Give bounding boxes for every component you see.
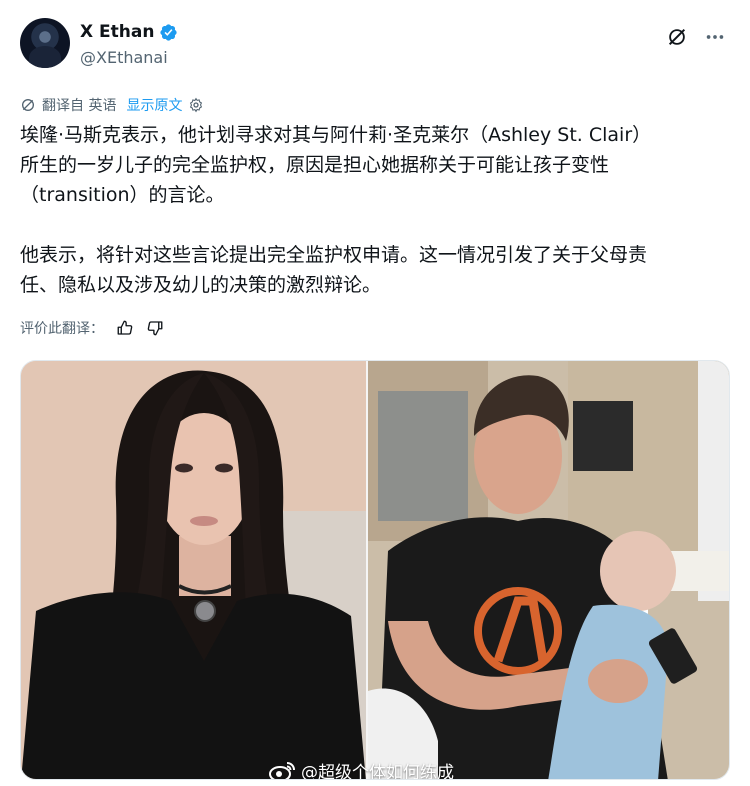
more-icon[interactable] <box>704 26 726 48</box>
thumbs-down-icon[interactable] <box>146 319 164 337</box>
photo-woman[interactable] <box>21 361 366 779</box>
name-row: X Ethan <box>80 22 178 42</box>
weibo-icon <box>269 761 295 779</box>
weibo-watermark: @超级个体如何练成 <box>269 758 454 780</box>
header-actions <box>666 26 726 48</box>
tweet-line: 他表示，将针对这些言论提出完全监护权申请。这一情况引发了关于父母责 <box>20 244 648 266</box>
tweet-text: 埃隆·马斯克表示，他计划寻求对其与阿什莉·圣克莱尔（Ashley St. Cla… <box>20 120 732 300</box>
user-handle[interactable]: @XEthanai <box>80 48 168 67</box>
watermark-text: @超级个体如何练成 <box>301 763 454 780</box>
rate-translation-label: 评价此翻译： <box>20 321 104 337</box>
translate-icon <box>22 99 34 111</box>
tweet-line: 所生的一岁儿子的完全监护权，原因是担心她据称关于可能让孩子变性 <box>20 154 610 176</box>
photo-man-illustration <box>368 361 729 779</box>
photo-man-with-baby[interactable] <box>368 361 729 779</box>
gear-icon[interactable] <box>188 97 204 113</box>
tweet-header: X Ethan @XEthanai <box>20 18 730 78</box>
tweet-media[interactable]: @超级个体如何练成 <box>20 360 730 780</box>
photo-woman-illustration <box>21 361 366 779</box>
thumbs-up-icon[interactable] <box>116 319 134 337</box>
tweet-line: （transition）的言论。 <box>20 184 225 206</box>
show-original-link[interactable]: 显示原文 <box>126 95 182 115</box>
avatar[interactable] <box>20 18 70 68</box>
tweet-line: 任、隐私以及涉及幼儿的决策的激烈辩论。 <box>20 274 382 296</box>
grok-icon[interactable] <box>666 26 688 48</box>
tweet-line: 埃隆·马斯克表示，他计划寻求对其与阿什莉·圣克莱尔（Ashley St. Cla… <box>20 124 652 146</box>
rate-translation-row: 评价此翻译： <box>20 318 164 338</box>
translated-from-label: 翻译自 英语 <box>42 98 117 114</box>
display-name[interactable]: X Ethan <box>80 22 154 42</box>
translation-row: 翻译自 英语 显示原文 <box>20 95 204 115</box>
verified-badge-icon <box>160 23 178 41</box>
